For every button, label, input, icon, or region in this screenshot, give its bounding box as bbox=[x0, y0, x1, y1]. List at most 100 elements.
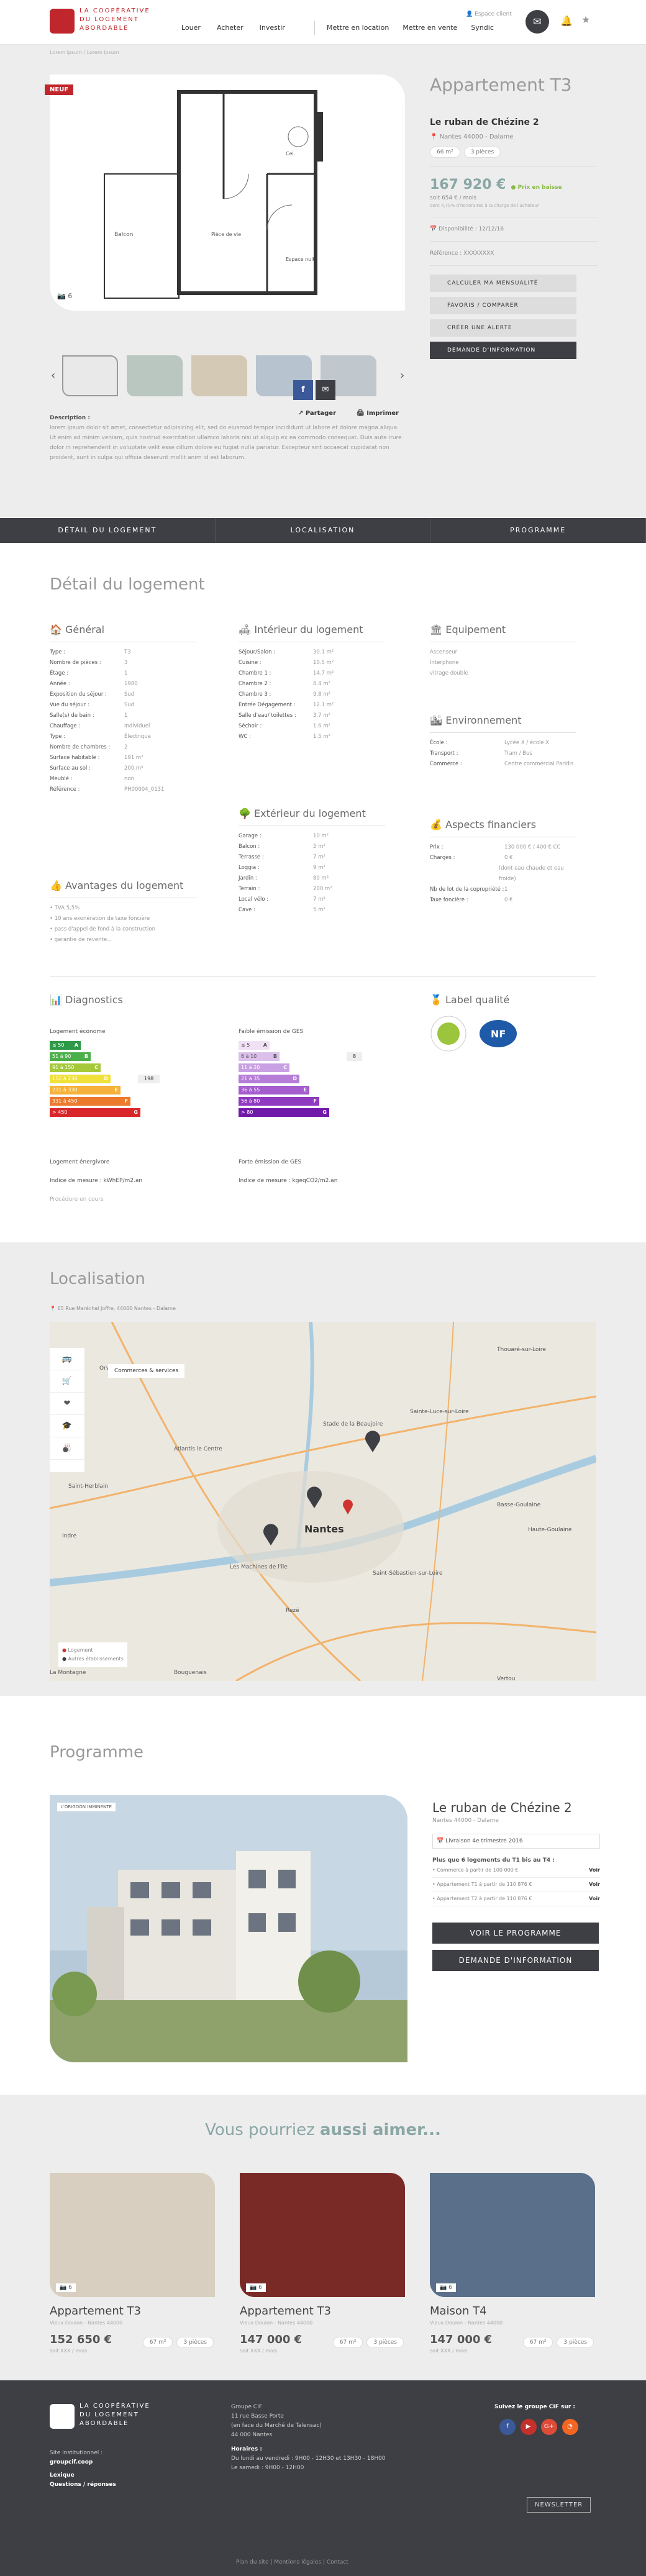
tab-programme[interactable]: PROGRAMME bbox=[430, 518, 646, 543]
nav-divider bbox=[314, 21, 315, 35]
financial-block: 💰 Aspects financiers Prix : 130 000 € / 4… bbox=[430, 819, 576, 906]
interior-heading: 🛋 Intérieur du logement bbox=[239, 624, 363, 635]
newsletter-button[interactable]: NEWSLETTER bbox=[527, 2497, 591, 2513]
main-photo[interactable]: Balcon Pièce de vie Cel. Espace nuit bbox=[50, 75, 405, 311]
alert-button[interactable]: CRÉER UNE ALERTE bbox=[430, 319, 576, 337]
dpe-bar: 11 à 20 C bbox=[239, 1063, 289, 1072]
interior-heading-text: Intérieur du logement bbox=[254, 624, 363, 635]
similar-card[interactable]: 📷 6 Appartement T3 Vieux Doulon - Nantes 4… bbox=[240, 2173, 407, 2354]
school-icon[interactable]: 🎓 bbox=[50, 1415, 84, 1437]
detail-value: 7 m² bbox=[313, 896, 325, 903]
logo[interactable]: LA COOPÉRATIVE DU LOGEMENT ABORDABLE bbox=[50, 6, 168, 37]
detail-row: Commerce : Centre commercial Paridis bbox=[430, 759, 576, 770]
facebook-icon[interactable]: f bbox=[499, 2419, 516, 2435]
thumbnail[interactable] bbox=[191, 355, 247, 396]
favorite-button[interactable]: FAVORIS / COMPARER bbox=[430, 297, 576, 314]
dpe-class: C bbox=[283, 1065, 287, 1070]
footer-logo[interactable]: LA COOPÉRATIVE DU LOGEMENT ABORDABLE bbox=[50, 2401, 168, 2433]
footer-site-link[interactable]: groupcif.coop bbox=[50, 2458, 116, 2467]
dpe-range: 151 à 230 bbox=[52, 1076, 78, 1081]
similar-card[interactable]: 📷 6 Maison T4 Vieux Doulon - Nantes 44000 1… bbox=[430, 2173, 598, 2354]
listing-title: Appartement T3 bbox=[430, 75, 572, 95]
detail-row: Taxe foncière : 0 € bbox=[430, 895, 576, 906]
espace-client-link[interactable]: 👤 Espace client bbox=[466, 11, 512, 17]
detail-row: Terrasse : 7 m² bbox=[239, 852, 385, 863]
secondary-nav: Mettre en location Mettre en vente Syndi… bbox=[327, 24, 494, 32]
card-title[interactable]: Appartement T3 bbox=[50, 2305, 217, 2318]
youtube-icon[interactable]: ▶ bbox=[520, 2419, 537, 2435]
programme-item-link[interactable]: Voir bbox=[589, 1892, 600, 1906]
card-photo-count: 📷 6 bbox=[56, 2283, 76, 2292]
googleplus-icon[interactable]: G+ bbox=[541, 2419, 557, 2435]
detail-row: Année : 1980 bbox=[50, 679, 196, 690]
footer-faq-link[interactable]: Questions / réponses bbox=[50, 2480, 116, 2490]
card-title[interactable]: Appartement T3 bbox=[240, 2305, 407, 2318]
see-programme-button[interactable]: VOIR LE PROGRAMME bbox=[432, 1923, 599, 1944]
detail-value: Sud bbox=[124, 702, 135, 708]
diagnostics-heading-text: Diagnostics bbox=[65, 994, 123, 1006]
detail-value: 191 m² bbox=[124, 755, 143, 761]
detail-key: Chambre 3 : bbox=[239, 691, 271, 698]
thumb-next-icon[interactable]: › bbox=[400, 369, 404, 382]
programme-summary: Le ruban de Chézine 2 Nantes 44000 - Dal… bbox=[432, 1800, 600, 1971]
thumbnail[interactable] bbox=[127, 355, 183, 396]
nav-mettre-vente[interactable]: Mettre en vente bbox=[403, 24, 457, 32]
detail-row: Surface habitable : 191 m² bbox=[50, 753, 196, 763]
card-photo[interactable]: 📷 6 bbox=[240, 2173, 405, 2297]
detail-value: 1.6 m² bbox=[313, 723, 330, 729]
detail-key bbox=[430, 863, 499, 885]
dpe-bar: 331 à 450 F bbox=[50, 1097, 130, 1106]
rss-icon[interactable]: ◔ bbox=[562, 2419, 578, 2435]
bell-icon[interactable]: 🔔 bbox=[560, 15, 573, 27]
programme-info-button[interactable]: DEMANDE D'INFORMATION bbox=[432, 1950, 599, 1971]
thumb-prev-icon[interactable]: ‹ bbox=[51, 369, 55, 382]
dpe-value-marker: 8 bbox=[347, 1052, 363, 1061]
card-price: 147 000 € bbox=[430, 2333, 493, 2346]
star-icon[interactable]: ★ bbox=[581, 14, 590, 25]
shop-icon[interactable]: 🛒 bbox=[50, 1370, 84, 1393]
plan-label-espace: Espace nuit bbox=[286, 257, 315, 262]
detail-key: Étage : bbox=[50, 670, 69, 676]
detail-row: Référence : PH00004_0131 bbox=[50, 785, 196, 795]
facebook-icon[interactable]: f bbox=[293, 380, 313, 400]
nav-louer[interactable]: Louer bbox=[181, 24, 201, 32]
hours-line: Du lundi au vendredi : 9H00 - 12H30 et 1… bbox=[231, 2455, 386, 2462]
detail-row: Garage : 10 m² bbox=[239, 831, 385, 842]
card-location: Vieux Doulon - Nantes 44000 bbox=[50, 2320, 123, 2326]
nav-syndic[interactable]: Syndic bbox=[471, 24, 494, 32]
card-photo-count-value: 6 bbox=[448, 2285, 452, 2291]
detail-key: Balcon : bbox=[239, 844, 260, 850]
similar-card[interactable]: 📷 6 Appartement T3 Vieux Doulon - Nantes 4… bbox=[50, 2173, 217, 2354]
detail-value: 30.1 m² bbox=[313, 649, 334, 655]
tab-localisation[interactable]: LOCALISATION bbox=[216, 518, 431, 543]
breadcrumb[interactable]: Lorem ipsum / Lorem ipsum bbox=[50, 50, 119, 55]
calc-button[interactable]: CALCULER MA MENSUALITÉ bbox=[430, 275, 576, 292]
nav-investir[interactable]: Investir bbox=[260, 24, 285, 32]
tab-detail[interactable]: DÉTAIL DU LOGEMENT bbox=[0, 518, 216, 543]
bus-icon[interactable]: 🚌 bbox=[50, 1348, 84, 1370]
mail-icon[interactable]: ✉ bbox=[525, 10, 549, 34]
detail-row: Vue du séjour : Sud bbox=[50, 700, 196, 711]
card-title[interactable]: Maison T4 bbox=[430, 2305, 598, 2318]
card-photo[interactable]: 📷 6 bbox=[430, 2173, 595, 2297]
detail-value: 3.7 m² bbox=[313, 712, 330, 719]
programme-item-link[interactable]: Voir bbox=[589, 1864, 600, 1877]
footer-bottom-links[interactable]: Plan du site | Mentions légales | Contac… bbox=[236, 2559, 348, 2565]
programme-item-link[interactable]: Voir bbox=[589, 1878, 600, 1891]
programme-photo[interactable] bbox=[50, 1795, 407, 2062]
thumbnail[interactable] bbox=[62, 355, 118, 396]
mail-share-icon[interactable]: ✉ bbox=[316, 380, 335, 400]
equipment-heading-text: Equipement bbox=[445, 624, 506, 635]
energy-top-label: Logement économe bbox=[50, 1029, 106, 1035]
leisure-icon[interactable]: 🎳 bbox=[50, 1437, 84, 1460]
info-request-button[interactable]: DEMANDE D'INFORMATION bbox=[430, 342, 576, 359]
card-photo[interactable]: 📷 6 bbox=[50, 2173, 215, 2297]
nav-mettre-location[interactable]: Mettre en location bbox=[327, 24, 389, 32]
detail-row: Balcon : 5 m² bbox=[239, 842, 385, 852]
card-price: 147 000 € bbox=[240, 2333, 303, 2346]
footer: LA COOPÉRATIVE DU LOGEMENT ABORDABLE Sit… bbox=[0, 2380, 646, 2576]
footer-lexique-link[interactable]: Lexique bbox=[50, 2471, 116, 2480]
health-icon[interactable]: ❤ bbox=[50, 1393, 84, 1415]
nav-acheter[interactable]: Acheter bbox=[217, 24, 243, 32]
residence-name: Le ruban de Chézine 2 bbox=[430, 117, 539, 127]
